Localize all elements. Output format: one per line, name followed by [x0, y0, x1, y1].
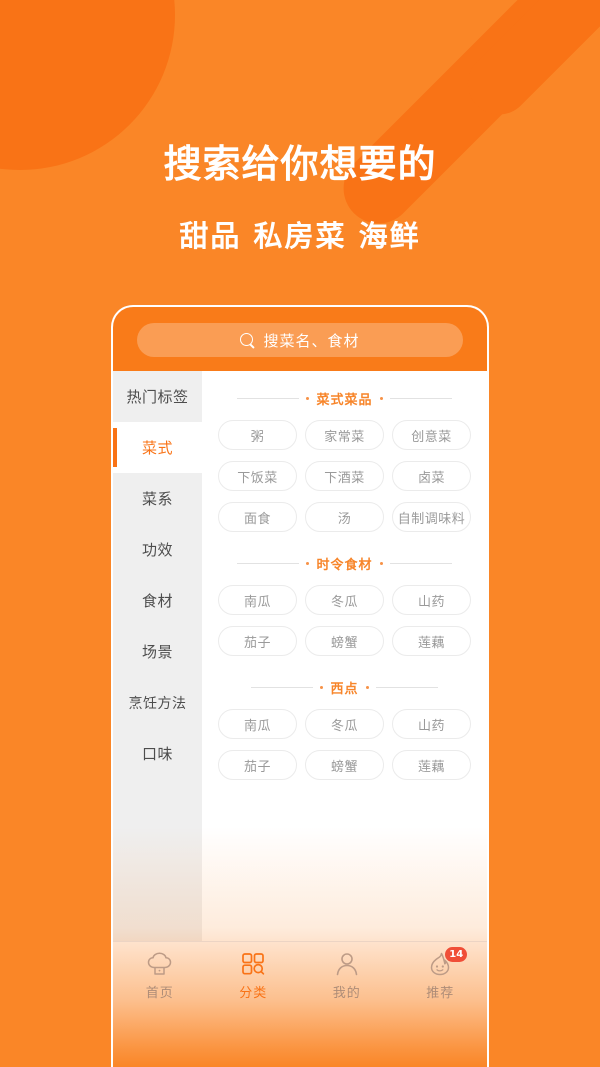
- section-dot-right: [379, 562, 383, 565]
- section-dot-left: [320, 686, 324, 689]
- grid-search-icon: [239, 951, 267, 977]
- app-screenshot: 搜索给你想要的 甜品 私房菜 海鲜 搜菜名、食材 热门标签 菜式 菜系 功效 食…: [0, 0, 600, 1067]
- sidebar-item-hot-tags[interactable]: 热门标签: [113, 371, 202, 422]
- category-sidebar[interactable]: 热门标签 菜式 菜系 功效 食材 场景 烹饪方法 口味: [113, 371, 202, 941]
- search-input[interactable]: 搜菜名、食材: [137, 323, 463, 357]
- tag-chip[interactable]: 螃蟹: [305, 750, 384, 780]
- search-placeholder: 搜菜名、食材: [263, 331, 360, 350]
- tag-chip[interactable]: 茄子: [218, 626, 297, 656]
- sidebar-item-cooking-method[interactable]: 烹饪方法: [113, 677, 202, 728]
- phone-mockup: 搜菜名、食材 热门标签 菜式 菜系 功效 食材 场景 烹饪方法 口味 菜式菜品 …: [111, 305, 489, 1067]
- person-icon: [333, 951, 361, 977]
- tag-chip[interactable]: 山药: [392, 709, 471, 739]
- tab-profile[interactable]: 我的: [300, 951, 394, 1001]
- tab-home[interactable]: 首页: [113, 951, 207, 1001]
- tag-chip[interactable]: 南瓜: [218, 585, 297, 615]
- section-dot-right: [365, 686, 369, 689]
- tag-chip[interactable]: 冬瓜: [305, 585, 384, 615]
- tag-chip[interactable]: 家常菜: [305, 420, 384, 450]
- sidebar-item-label: 菜系: [141, 490, 173, 508]
- section-dot-left: [306, 562, 310, 565]
- sidebar-item-ingredient[interactable]: 食材: [113, 575, 202, 626]
- tag-chip[interactable]: 卤菜: [392, 461, 471, 491]
- section-rule-left: [237, 563, 300, 564]
- tag-chip[interactable]: 粥: [218, 420, 297, 450]
- tag-chip[interactable]: 冬瓜: [305, 709, 384, 739]
- tag-chip[interactable]: 莲藕: [392, 626, 471, 656]
- section-title: 西点: [330, 682, 359, 697]
- hero-subtitle: 甜品 私房菜 海鲜: [179, 219, 421, 254]
- section-rule-left: [237, 398, 300, 399]
- sidebar-item-cuisine[interactable]: 菜系: [113, 473, 202, 524]
- hero-banner: 搜索给你想要的 甜品 私房菜 海鲜: [0, 140, 600, 255]
- sidebar-item-label: 功效: [141, 541, 173, 559]
- tab-label: 我的: [332, 986, 361, 1001]
- section-header: 菜式菜品: [216, 371, 473, 414]
- tag-chip[interactable]: 面食: [218, 502, 297, 532]
- tag-chip[interactable]: 螃蟹: [305, 626, 384, 656]
- section-header: 西点: [216, 660, 473, 703]
- search-icon: [240, 332, 255, 348]
- bottom-tab-bar: 首页 分类 我的 14 推荐: [113, 941, 487, 1067]
- sidebar-item-scene[interactable]: 场景: [113, 626, 202, 677]
- tag-chip[interactable]: 汤: [305, 502, 384, 532]
- sidebar-item-effect[interactable]: 功效: [113, 524, 202, 575]
- sidebar-item-dish-style[interactable]: 菜式: [113, 422, 202, 473]
- sidebar-item-label: 菜式: [141, 439, 173, 457]
- section-title: 时令食材: [316, 558, 373, 573]
- tag-chip[interactable]: 茄子: [218, 750, 297, 780]
- category-body: 热门标签 菜式 菜系 功效 食材 场景 烹饪方法 口味 菜式菜品 粥 家常菜 创…: [113, 371, 487, 941]
- chef-hat-icon: [146, 951, 174, 977]
- section-rule-right: [389, 398, 452, 399]
- section-rule-right: [389, 563, 452, 564]
- decorative-bar-2: [455, 0, 600, 128]
- tag-chip[interactable]: 莲藕: [392, 750, 471, 780]
- tag-chip[interactable]: 下酒菜: [305, 461, 384, 491]
- tag-chip[interactable]: 南瓜: [218, 709, 297, 739]
- section-title: 菜式菜品: [316, 393, 373, 408]
- tag-chip[interactable]: 下饭菜: [218, 461, 297, 491]
- section-rule-right: [375, 687, 438, 688]
- section-dot-left: [306, 397, 310, 400]
- tab-category[interactable]: 分类: [207, 951, 301, 1001]
- section-rule-left: [251, 687, 314, 688]
- flame-smile-icon: 14: [426, 947, 468, 977]
- sidebar-item-label: 烹饪方法: [128, 695, 187, 712]
- sidebar-item-taste[interactable]: 口味: [113, 728, 202, 779]
- section-header: 时令食材: [216, 536, 473, 579]
- tab-label: 分类: [239, 986, 268, 1001]
- tag-chip[interactable]: 自制调味料: [392, 502, 471, 532]
- phone-screen: 搜菜名、食材 热门标签 菜式 菜系 功效 食材 场景 烹饪方法 口味 菜式菜品 …: [113, 307, 487, 1067]
- sidebar-item-label: 热门标签: [126, 388, 189, 406]
- tag-chip[interactable]: 创意菜: [392, 420, 471, 450]
- sidebar-item-label: 口味: [141, 745, 173, 763]
- notification-badge: 14: [445, 947, 468, 962]
- tab-recommend[interactable]: 14 推荐: [394, 947, 488, 1001]
- tag-content-panel: 菜式菜品 粥 家常菜 创意菜 下饭菜 下酒菜 卤菜 面食 汤 自制调味料 时令食…: [202, 371, 487, 941]
- tab-label: 首页: [145, 986, 174, 1001]
- tag-grid: 粥 家常菜 创意菜 下饭菜 下酒菜 卤菜 面食 汤 自制调味料: [216, 414, 473, 536]
- app-header: 搜菜名、食材: [113, 307, 487, 371]
- hero-title: 搜索给你想要的: [163, 142, 437, 186]
- section-dot-right: [379, 397, 383, 400]
- tag-grid: 南瓜 冬瓜 山药 茄子 螃蟹 莲藕: [216, 703, 473, 784]
- tag-chip[interactable]: 山药: [392, 585, 471, 615]
- sidebar-item-label: 食材: [141, 592, 173, 610]
- tab-label: 推荐: [426, 986, 455, 1001]
- sidebar-item-label: 场景: [141, 643, 173, 661]
- tag-grid: 南瓜 冬瓜 山药 茄子 螃蟹 莲藕: [216, 579, 473, 660]
